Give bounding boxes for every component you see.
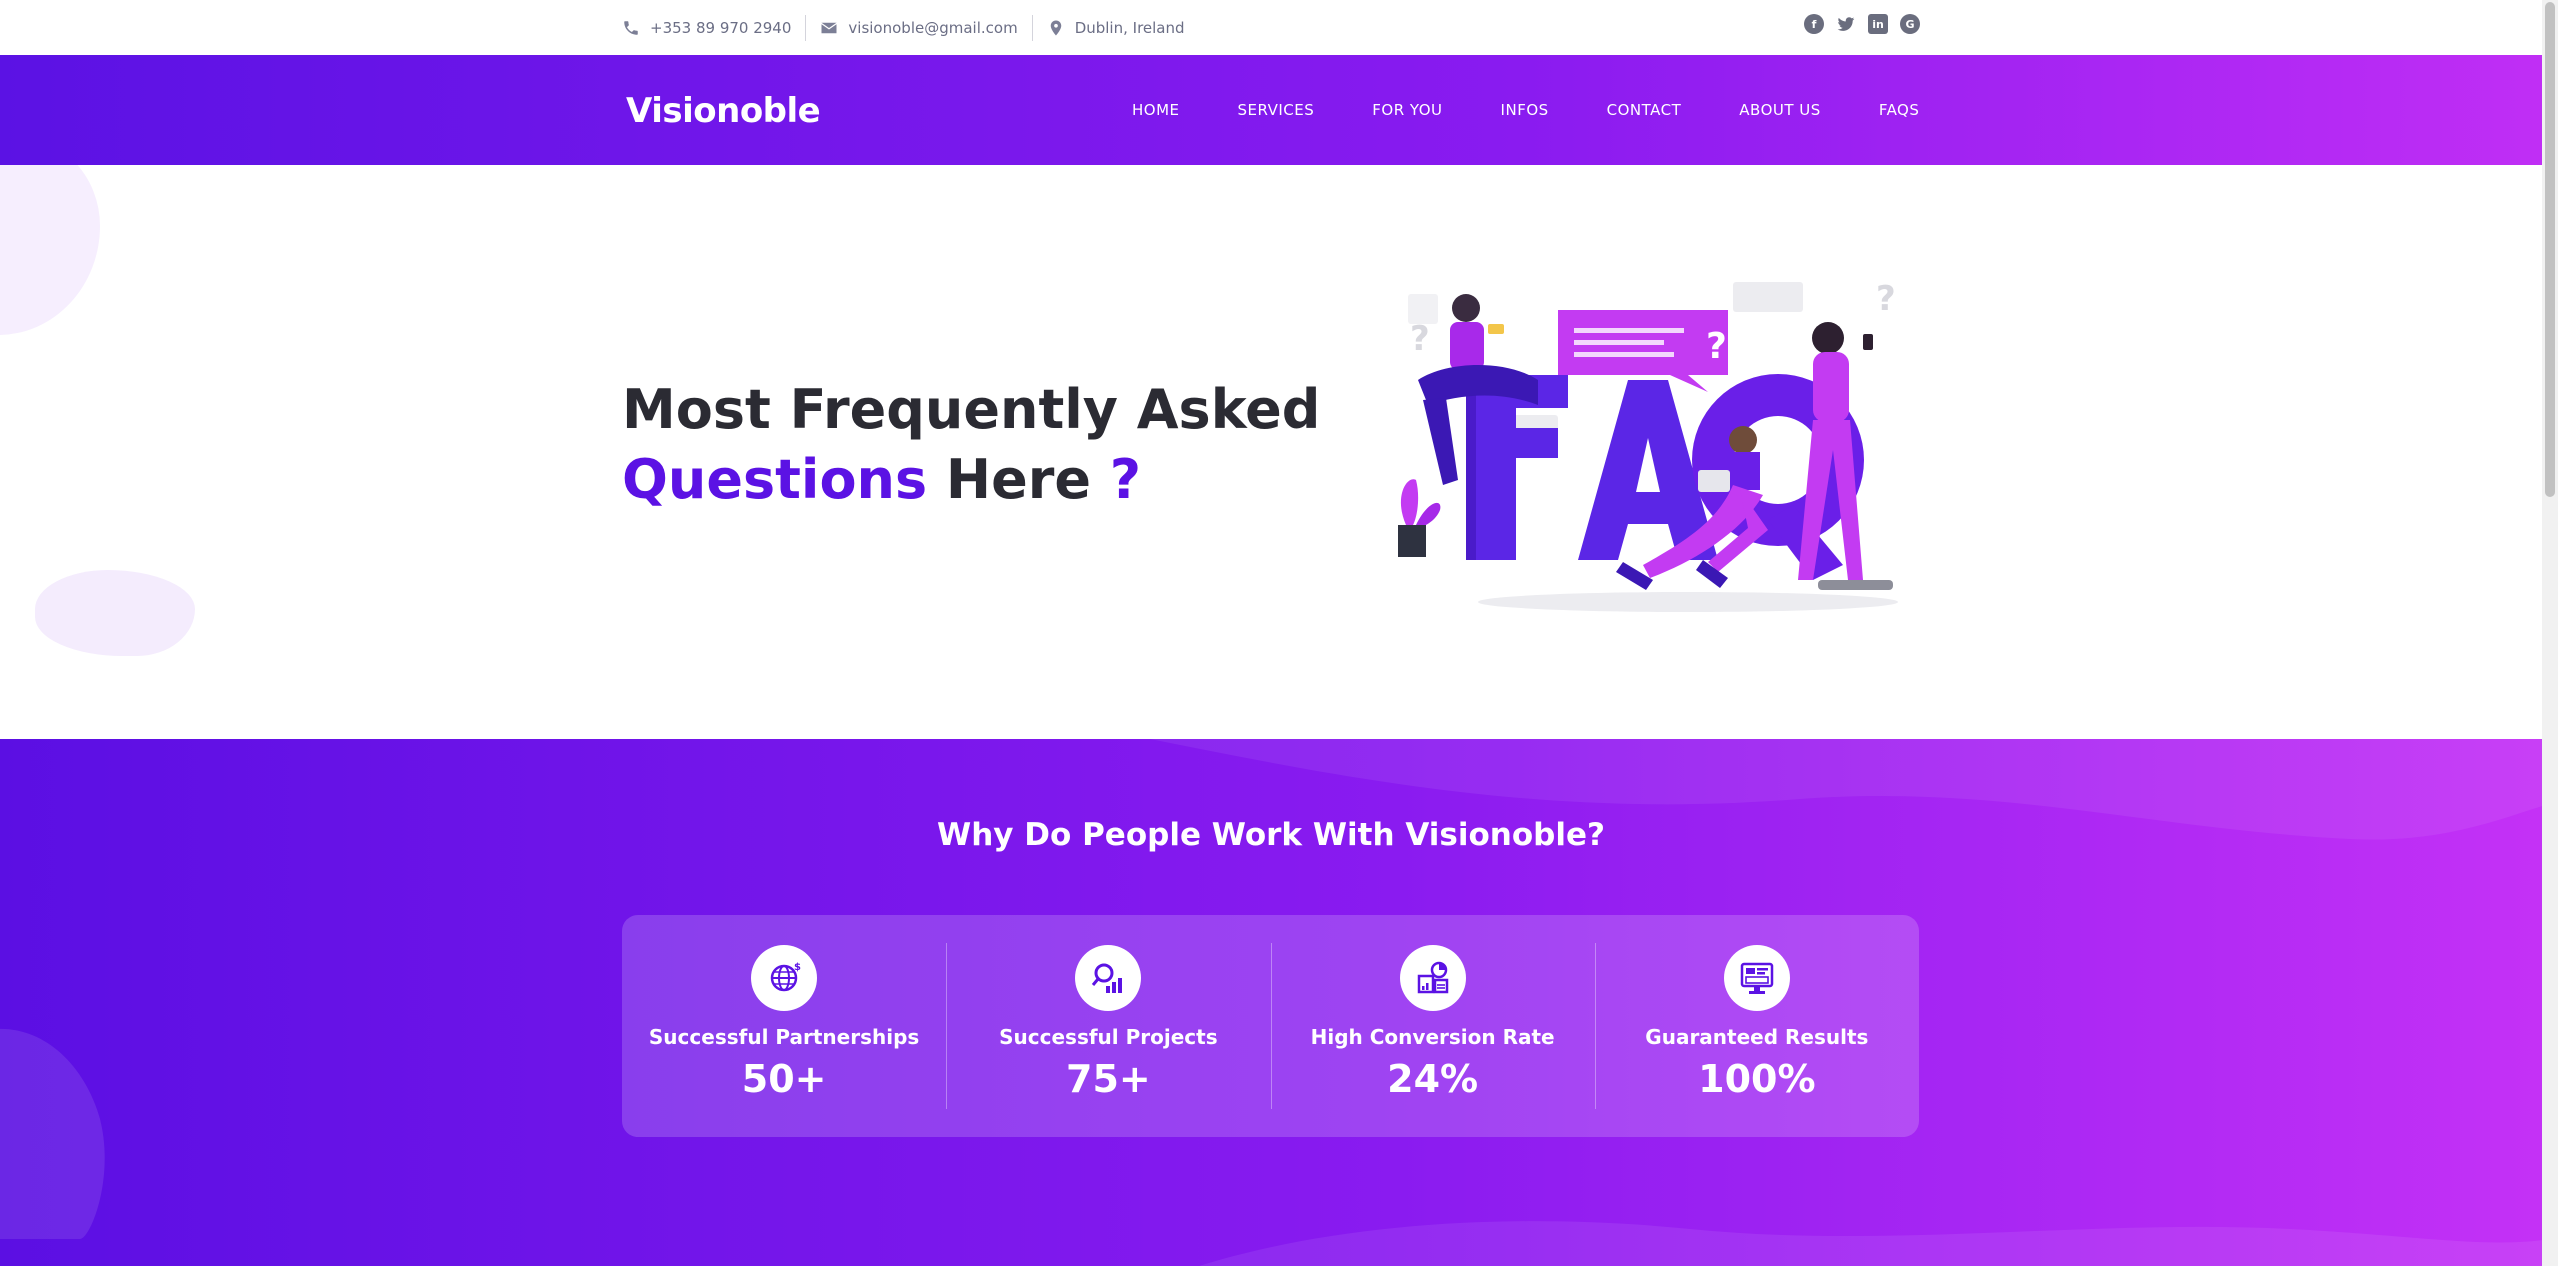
phone-item[interactable]: +353 89 970 2940 xyxy=(622,19,805,37)
nav-item-infos[interactable]: INFOS xyxy=(1501,101,1549,119)
top-contact-bar: +353 89 970 2940 visionoble@gmail.com Du… xyxy=(0,0,2542,55)
svg-text:?: ? xyxy=(1410,319,1430,359)
svg-text:?: ? xyxy=(1706,326,1727,367)
stat-conversion: High Conversion Rate 24% xyxy=(1270,915,1595,1137)
dashboard-icon xyxy=(1723,945,1790,1011)
stat-value: 50+ xyxy=(741,1057,827,1101)
nav-item-for-you[interactable]: FOR YOU xyxy=(1372,101,1442,119)
why-us-section: Why Do People Work With Visionoble? $ Su… xyxy=(0,739,2542,1266)
analytics-icon xyxy=(1399,945,1466,1011)
site-logo[interactable]: Visionoble xyxy=(626,91,821,131)
page-title: Most Frequently Asked Questions Here ? xyxy=(622,375,1320,515)
stat-label: Successful Projects xyxy=(999,1025,1218,1049)
stat-label: Guaranteed Results xyxy=(1645,1025,1869,1049)
page: +353 89 970 2940 visionoble@gmail.com Du… xyxy=(0,0,2558,1266)
title-accent-word: Questions xyxy=(622,448,928,511)
search-chart-icon xyxy=(1075,945,1142,1011)
decorative-wave xyxy=(0,1029,105,1239)
email-address: visionoble@gmail.com xyxy=(848,18,1018,37)
stat-results: Guaranteed Results 100% xyxy=(1594,915,1919,1137)
phone-number: +353 89 970 2940 xyxy=(650,18,792,37)
primary-nav: HOME SERVICES FOR YOU INFOS CONTACT ABOU… xyxy=(1132,55,1919,165)
stat-label: High Conversion Rate xyxy=(1310,1025,1555,1049)
stat-partnerships: $ Successful Partnerships 50+ xyxy=(622,915,946,1137)
section-heading: Why Do People Work With Visionoble? xyxy=(937,817,1605,853)
page-scrollbar[interactable] xyxy=(2542,0,2558,1266)
nav-item-contact[interactable]: CONTACT xyxy=(1607,101,1682,119)
facebook-icon[interactable]: f xyxy=(1804,14,1824,34)
contact-info: +353 89 970 2940 visionoble@gmail.com Du… xyxy=(622,0,1199,55)
globe-dollar-icon: $ xyxy=(751,945,818,1011)
linkedin-icon[interactable]: in xyxy=(1868,14,1888,34)
nav-item-faqs[interactable]: FAQS xyxy=(1879,101,1920,119)
faq-illustration: ? ? ? xyxy=(1398,280,1898,612)
decorative-blob xyxy=(0,165,100,335)
nav-item-services[interactable]: SERVICES xyxy=(1238,101,1315,119)
faq-hero: Most Frequently Asked Questions Here ? ?… xyxy=(0,165,2542,739)
google-plus-icon[interactable]: G xyxy=(1900,14,1920,34)
stats-card: $ Successful Partnerships 50+ Successful… xyxy=(622,915,1919,1137)
decorative-wave xyxy=(1199,1221,2542,1266)
social-links: f in G xyxy=(1804,14,1920,34)
location-text: Dublin, Ireland xyxy=(1074,18,1185,37)
scrollbar-thumb[interactable] xyxy=(2545,2,2555,497)
stat-label: Successful Partnerships xyxy=(648,1025,920,1049)
stat-value: 24% xyxy=(1387,1057,1479,1101)
nav-item-home[interactable]: HOME xyxy=(1132,101,1180,119)
stat-projects: Successful Projects 75+ xyxy=(946,915,1270,1137)
svg-text:?: ? xyxy=(1876,280,1896,319)
title-line-1: Most Frequently Asked xyxy=(622,378,1321,441)
twitter-icon[interactable] xyxy=(1836,14,1856,34)
location-item: Dublin, Ireland xyxy=(1033,19,1199,37)
title-question-mark: ? xyxy=(1109,448,1142,511)
phone-icon xyxy=(622,19,640,37)
envelope-icon xyxy=(820,19,838,37)
nav-item-about-us[interactable]: ABOUT US xyxy=(1739,101,1821,119)
decorative-blob xyxy=(35,570,195,656)
stat-value: 100% xyxy=(1698,1057,1816,1101)
main-navbar: Visionoble HOME SERVICES FOR YOU INFOS C… xyxy=(0,55,2542,165)
svg-text:$: $ xyxy=(794,962,801,973)
email-item[interactable]: visionoble@gmail.com xyxy=(806,19,1031,37)
map-pin-icon xyxy=(1047,19,1065,37)
title-rest: Here xyxy=(927,448,1110,511)
stat-value: 75+ xyxy=(1066,1057,1151,1101)
